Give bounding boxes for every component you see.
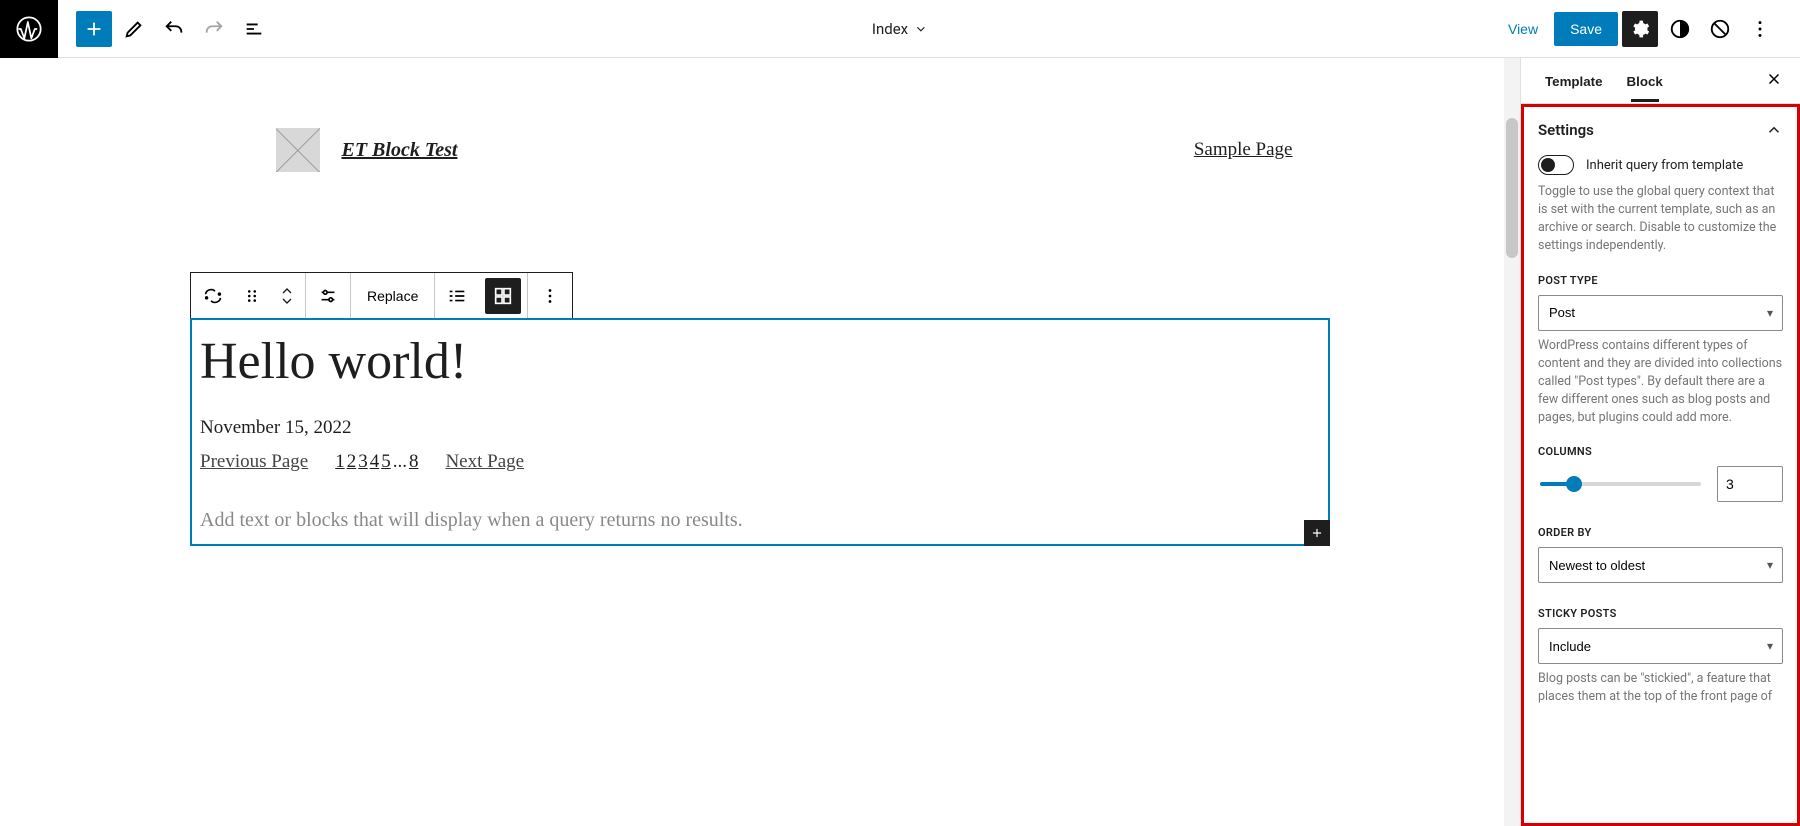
block-type-button[interactable]: [191, 273, 235, 319]
post-type-select[interactable]: Post: [1538, 295, 1783, 331]
drag-icon: [241, 285, 263, 307]
view-button[interactable]: View: [1496, 13, 1550, 45]
tab-block[interactable]: Block: [1615, 60, 1675, 101]
settings-button[interactable]: [1622, 11, 1658, 47]
no-icon: [1709, 18, 1731, 40]
no-title-button[interactable]: [1702, 11, 1738, 47]
plus-icon: [1310, 525, 1324, 541]
sticky-posts-label: STICKY POSTS: [1538, 607, 1783, 620]
site-header: ET Block Test Sample Page: [218, 128, 1303, 172]
inherit-query-description: Toggle to use the global query context t…: [1538, 183, 1783, 256]
append-block-button[interactable]: [1304, 520, 1330, 546]
drag-handle[interactable]: [235, 273, 269, 319]
columns-input[interactable]: [1717, 466, 1783, 502]
inherit-query-label: Inherit query from template: [1586, 158, 1743, 173]
plus-icon: [83, 18, 105, 40]
post-date: November 15, 2022: [200, 417, 1320, 439]
layout-grid-button[interactable]: [485, 278, 521, 314]
pagination-next[interactable]: Next Page: [445, 451, 524, 473]
sticky-posts-select[interactable]: Include: [1538, 628, 1783, 664]
post-type-description: WordPress contains different types of co…: [1538, 337, 1783, 428]
no-results-placeholder[interactable]: Add text or blocks that will display whe…: [200, 509, 1320, 532]
display-settings-button[interactable]: [306, 273, 350, 319]
replace-button[interactable]: Replace: [351, 273, 434, 319]
pencil-icon: [123, 18, 145, 40]
wordpress-icon: [15, 15, 43, 43]
sidebar-tabs: Template Block: [1521, 58, 1800, 104]
sticky-posts-description: Blog posts can be "stickied", a feature …: [1538, 670, 1783, 706]
settings-panel-toggle[interactable]: Settings: [1538, 121, 1783, 139]
list-layout-icon: [446, 285, 468, 307]
block-more-options-button[interactable]: [528, 273, 572, 319]
wordpress-logo[interactable]: [0, 0, 58, 58]
redo-button[interactable]: [196, 11, 232, 47]
document-title: Index: [872, 20, 908, 38]
post-title[interactable]: Hello world!: [200, 332, 1320, 391]
save-button[interactable]: Save: [1554, 12, 1618, 46]
redo-icon: [203, 18, 225, 40]
chevron-up-icon: [1765, 121, 1783, 139]
edit-button[interactable]: [116, 11, 152, 47]
document-title-dropdown[interactable]: Index: [872, 0, 928, 58]
query-loop-icon: [202, 285, 224, 307]
undo-icon: [163, 18, 185, 40]
post-type-label: POST TYPE: [1538, 274, 1783, 287]
layout-list-button[interactable]: [435, 273, 479, 319]
chevron-up-icon: [279, 286, 295, 296]
close-sidebar-button[interactable]: [1758, 65, 1790, 97]
pagination-numbers[interactable]: 12345...8: [334, 451, 419, 473]
order-by-select[interactable]: Newest to oldest: [1538, 547, 1783, 583]
close-icon: [1765, 70, 1783, 88]
move-buttons[interactable]: [269, 273, 305, 319]
grid-layout-icon: [492, 285, 514, 307]
chevron-down-icon: [279, 296, 295, 306]
inherit-query-toggle[interactable]: [1538, 155, 1574, 175]
settings-panel-title: Settings: [1538, 121, 1594, 139]
canvas-scrollbar[interactable]: [1504, 58, 1520, 826]
styles-button[interactable]: [1662, 11, 1698, 47]
columns-slider[interactable]: [1540, 482, 1701, 486]
tab-template[interactable]: Template: [1533, 60, 1615, 101]
settings-sidebar: Template Block Settings Inherit query fr…: [1520, 58, 1800, 826]
site-logo-placeholder[interactable]: [276, 128, 320, 172]
kebab-icon: [539, 285, 561, 307]
list-view-icon: [243, 18, 265, 40]
contrast-icon: [1669, 18, 1691, 40]
top-toolbar: Index View Save: [0, 0, 1800, 58]
editor-canvas[interactable]: ET Block Test Sample Page: [0, 58, 1520, 826]
more-options-button[interactable]: [1742, 11, 1778, 47]
add-block-button[interactable]: [76, 11, 112, 47]
site-title[interactable]: ET Block Test: [342, 139, 458, 162]
query-loop-block[interactable]: Hello world! November 15, 2022 Previous …: [190, 318, 1330, 546]
gear-icon: [1630, 19, 1650, 39]
kebab-icon: [1749, 18, 1771, 40]
undo-button[interactable]: [156, 11, 192, 47]
block-toolbar: Replace: [190, 272, 573, 320]
sliders-icon: [317, 285, 339, 307]
settings-panel-highlight: Settings Inherit query from template Tog…: [1521, 104, 1800, 826]
scrollbar-thumb[interactable]: [1506, 118, 1518, 258]
pagination: Previous Page 12345...8 Next Page: [200, 451, 1320, 473]
nav-link-sample-page[interactable]: Sample Page: [1194, 139, 1293, 161]
pagination-prev[interactable]: Previous Page: [200, 451, 308, 473]
list-view-button[interactable]: [236, 11, 272, 47]
order-by-label: ORDER BY: [1538, 526, 1783, 539]
chevron-down-icon: [914, 22, 928, 36]
columns-label: COLUMNS: [1538, 445, 1783, 458]
